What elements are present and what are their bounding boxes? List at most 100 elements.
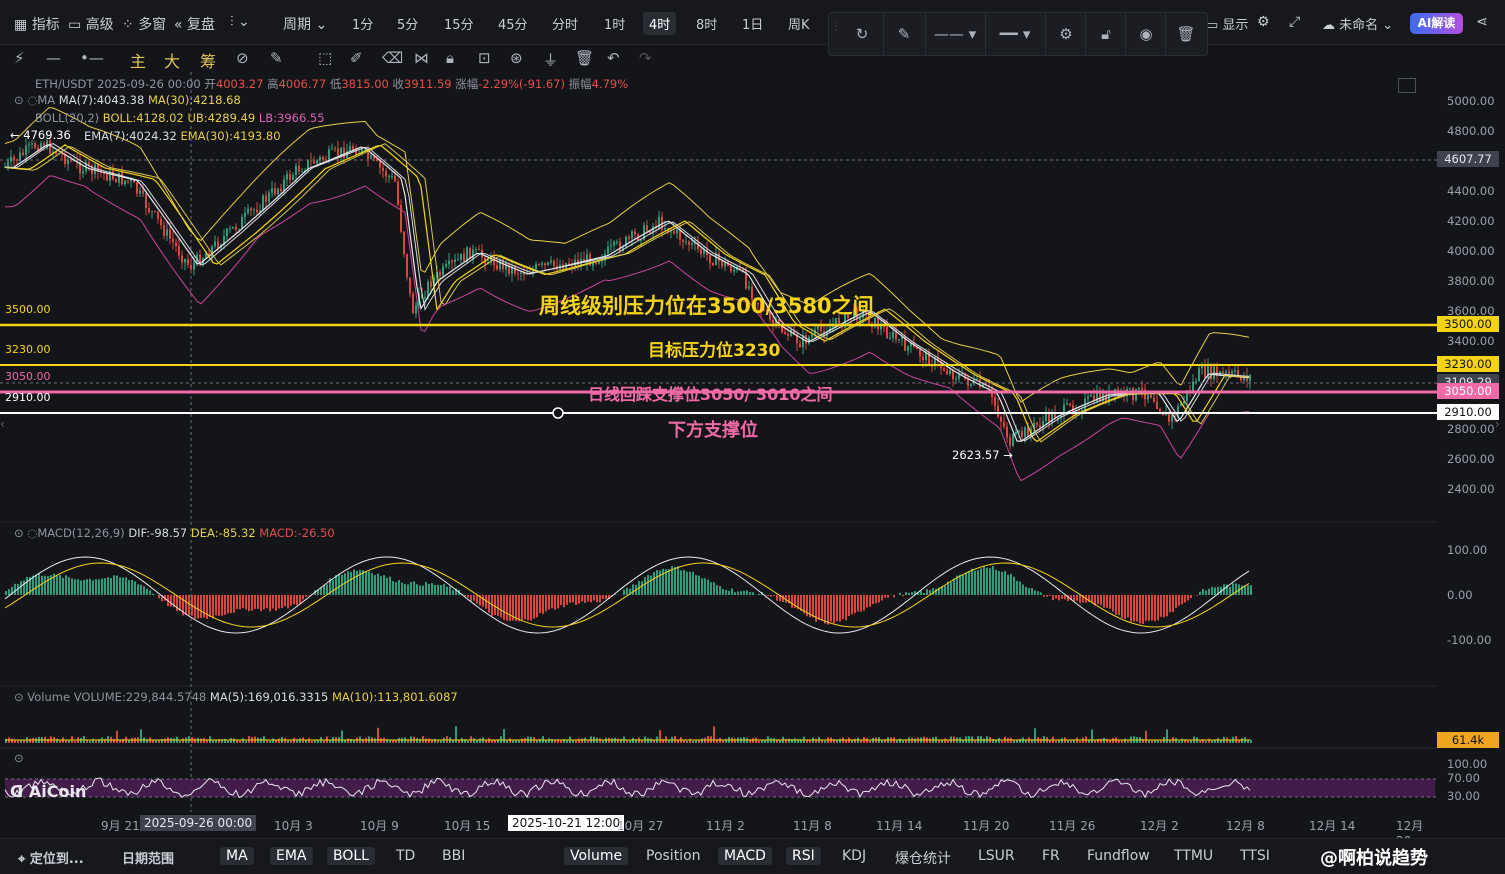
volume-bar — [689, 739, 691, 743]
alert-icon[interactable]: ⊡ — [478, 49, 491, 67]
target-resistance-note[interactable]: 目标压力位3230 — [648, 336, 780, 361]
pen-icon[interactable]: ✐ — [350, 49, 363, 67]
main-ind-bbi[interactable]: BBI — [442, 848, 465, 864]
eraser-icon[interactable]: ⌫ — [382, 49, 403, 67]
macd-bar — [911, 592, 913, 595]
macd-bar — [812, 595, 814, 617]
daily-support-note[interactable]: 日线回踩支撑位3050/ 3010之间 — [588, 381, 832, 405]
sub-ind-fr[interactable]: FR — [1042, 848, 1060, 864]
volume-bar — [179, 741, 181, 743]
display-button[interactable]: ▭ 显示 — [1206, 14, 1248, 33]
share-icon[interactable]: ⋖ — [1476, 14, 1488, 30]
big-order-button[interactable]: 大 — [164, 48, 180, 72]
layout-dropdown[interactable]: ☁ 未命名 ⌄ — [1322, 14, 1393, 33]
sub-ind-liquidation[interactable]: 爆仓统计 — [895, 848, 951, 868]
weekly-resistance-note[interactable]: 周线级别压力位在3500/3580之间 — [539, 290, 874, 320]
lower-support-note[interactable]: 下方支撑位 — [668, 416, 758, 442]
color-pen-icon[interactable]: ✎ — [885, 13, 923, 55]
candle-body — [127, 180, 129, 181]
price-axis[interactable]: 5000.00 4800.00 4400.00 4200.00 4000.00 … — [1437, 72, 1505, 812]
chip-button[interactable]: 筹 — [200, 48, 216, 72]
volume-bar — [215, 741, 217, 743]
pattern-icon[interactable]: ⋈ — [414, 49, 429, 67]
sub-ind-ttmu[interactable]: TTMU — [1174, 848, 1213, 864]
period-1h[interactable]: 1时 — [604, 14, 625, 33]
brush-icon[interactable]: ✎ — [270, 49, 283, 67]
sub-ind-kdj[interactable]: KDJ — [842, 848, 866, 864]
redo-icon[interactable]: ↷ — [639, 49, 652, 67]
cursor-icon[interactable]: ⚡ — [14, 49, 25, 67]
period-dropdown[interactable]: 周期 ⌄ — [283, 14, 327, 34]
time-axis[interactable]: 9月 21 2025-09-26 00:00 10月 3 10月 9 10月 1… — [0, 812, 1437, 836]
trendline-icon[interactable]: — — [46, 49, 61, 67]
multi-window-button[interactable]: ⁘ 多窗 — [122, 14, 166, 34]
advanced-button[interactable]: ▭ 高级 — [68, 14, 114, 34]
indicators-button[interactable]: ▦ 指标 — [14, 14, 60, 34]
visibility-icon[interactable]: ◉ — [1127, 13, 1165, 55]
fullscreen-icon[interactable]: ⤢ — [1289, 14, 1300, 30]
candle-body — [412, 294, 414, 314]
style-settings-icon[interactable]: ⚙ — [1047, 13, 1085, 55]
template-icon[interactable]: ↻ — [843, 13, 881, 55]
magnet-icon[interactable]: ⊛ — [510, 49, 523, 67]
period-1m[interactable]: 1分 — [352, 14, 373, 33]
sub-ind-rsi[interactable]: RSI — [786, 847, 821, 865]
volume-bar — [1169, 740, 1171, 743]
volume-toggle-icon[interactable]: ⊙ — [14, 690, 24, 704]
measure-icon[interactable]: ⊘ — [236, 49, 249, 67]
replay-button[interactable]: « 复盘 — [174, 14, 215, 34]
scroll-right-icon[interactable]: › — [1495, 417, 1500, 431]
sub-ind-fundflow[interactable]: Fundflow — [1087, 848, 1150, 864]
main-ind-boll[interactable]: BOLL — [327, 847, 375, 865]
drag-handle-icon[interactable]: ⋮ — [831, 21, 841, 32]
volume-bar — [902, 741, 904, 743]
period-4h[interactable]: 4时 — [643, 12, 676, 35]
undo-icon[interactable]: ↶ — [607, 49, 620, 67]
sub-ind-position[interactable]: Position — [646, 848, 701, 864]
date-range-button[interactable]: 日期范围 — [122, 848, 174, 867]
ai-read-button[interactable]: AI解读 — [1410, 13, 1463, 34]
macd-bar — [59, 575, 61, 595]
sub-ind-volume[interactable]: Volume — [564, 847, 628, 865]
main-ind-td[interactable]: TD — [396, 848, 415, 864]
lock-icon[interactable]: 🔒︎ — [446, 49, 454, 67]
period-5m[interactable]: 5分 — [397, 14, 418, 33]
locate-button[interactable]: ⌖ 定位到... — [18, 848, 84, 867]
volume-bar — [5, 739, 7, 743]
main-ind-ema[interactable]: EMA — [270, 847, 313, 865]
ma-toggle-icon[interactable]: ⊙ ◌ — [14, 93, 37, 107]
settings-icon[interactable]: ⚙ — [1257, 14, 1270, 30]
period-45m[interactable]: 45分 — [498, 14, 528, 33]
macd-bar — [650, 576, 652, 595]
line-style-dropdown[interactable]: —— ▾ — [927, 13, 983, 55]
sub-ind-macd[interactable]: MACD — [718, 847, 772, 865]
period-timeshare[interactable]: 分时 — [552, 14, 578, 33]
line-width-dropdown[interactable]: ━━ ▾ — [987, 13, 1043, 55]
macd-bar — [1172, 595, 1174, 612]
ray-icon[interactable]: •— — [80, 49, 104, 67]
period-1w[interactable]: 周K — [788, 14, 810, 33]
rsi-toggle-icon[interactable]: ⊙ — [14, 751, 24, 765]
trash-icon[interactable]: 🗑︎ — [1167, 13, 1205, 55]
period-1d[interactable]: 1日 — [742, 14, 763, 33]
volume-bar — [998, 738, 1000, 743]
macd-bar — [251, 595, 253, 611]
candle-body — [475, 249, 477, 250]
shape-icon[interactable]: ⬚ — [318, 49, 332, 67]
period-15m[interactable]: 15分 — [444, 14, 474, 33]
chart-type-button[interactable]: ⫶ ⌄ — [230, 14, 250, 30]
main-force-button[interactable]: 主 — [130, 48, 146, 72]
delete-icon[interactable]: 🗑︎ — [575, 49, 594, 67]
sub-ind-ttsi[interactable]: TTSI — [1240, 848, 1270, 864]
main-ind-ma[interactable]: MA — [220, 847, 254, 865]
filter-icon[interactable]: ⏚ — [543, 49, 558, 70]
macd-bar — [584, 595, 586, 603]
unlock-icon[interactable]: 🔓︎ — [1087, 13, 1125, 55]
expand-icon[interactable] — [1398, 78, 1416, 93]
macd-toggle-icon[interactable]: ⊙ ◌ — [14, 526, 37, 540]
period-8h[interactable]: 8时 — [696, 14, 717, 33]
chart-area[interactable]: ETH/USDT 2025-09-26 00:00 开4003.27 高4006… — [0, 72, 1437, 812]
level-2910-label: 2910.00 — [5, 391, 51, 404]
scroll-left-icon[interactable]: ‹ — [0, 417, 5, 431]
sub-ind-lsur[interactable]: LSUR — [978, 848, 1015, 864]
